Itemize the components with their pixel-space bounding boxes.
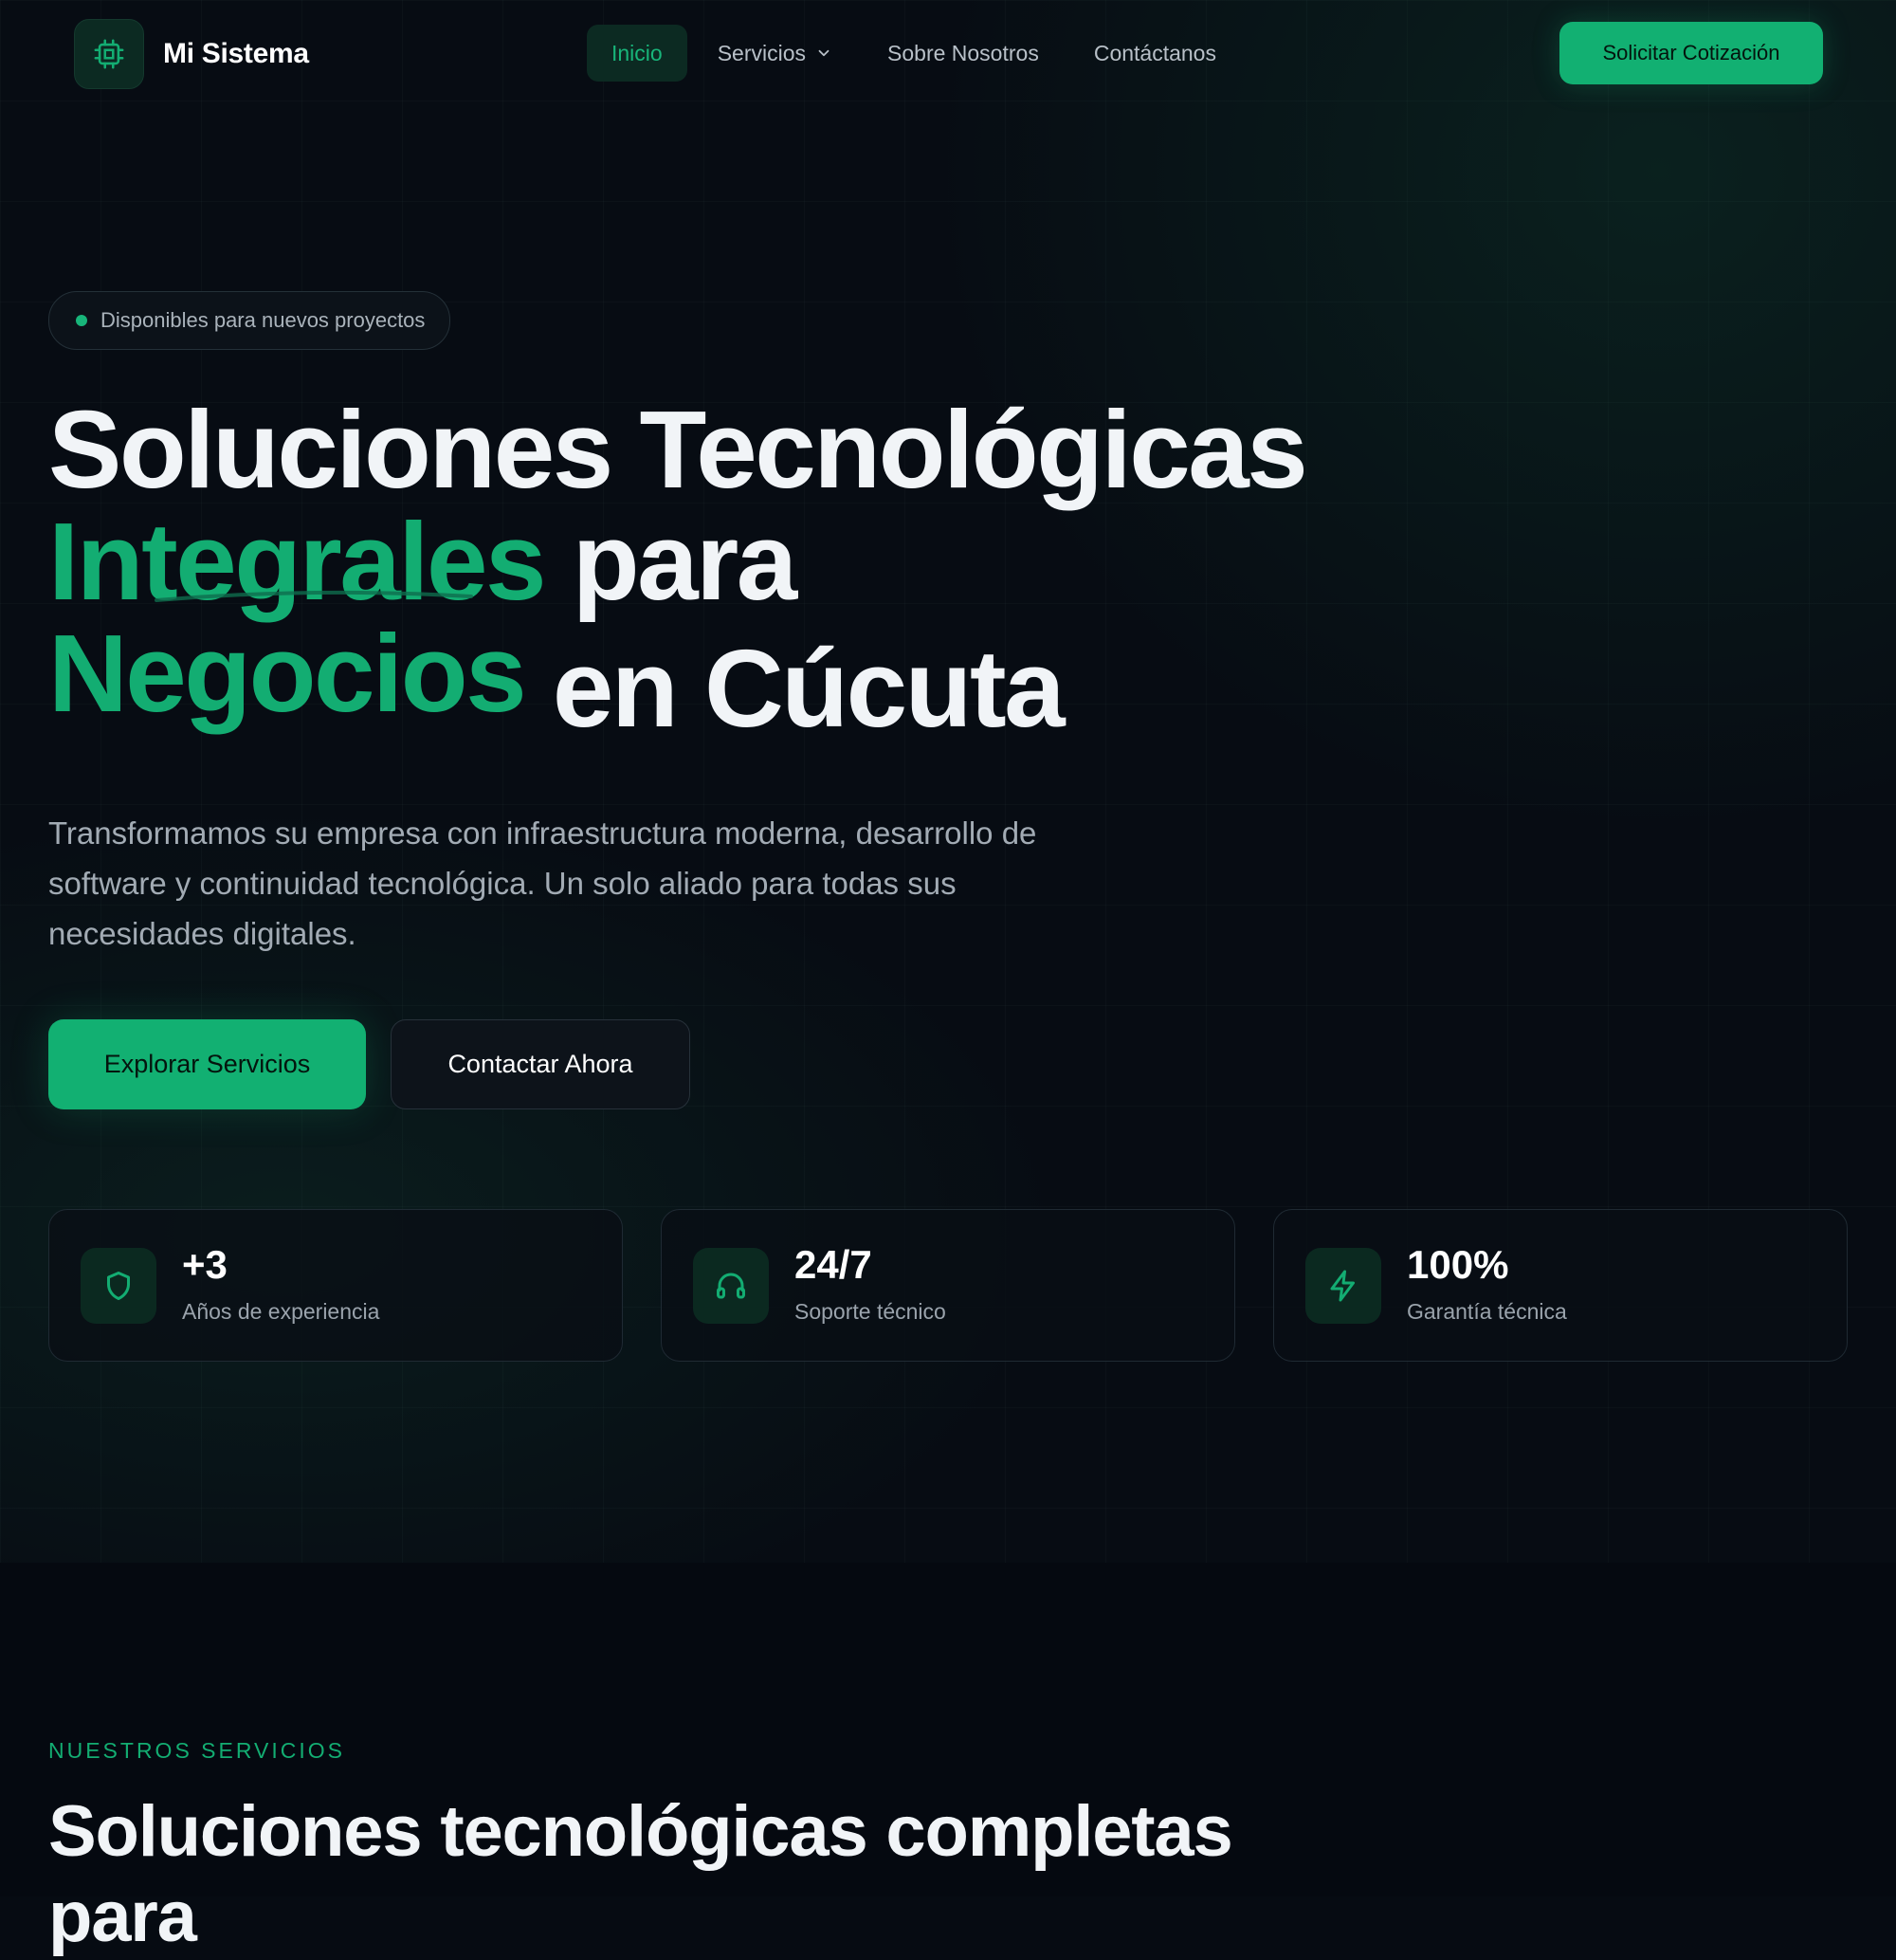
status-dot	[76, 315, 87, 326]
stat-card-experience: +3 Años de experiencia	[48, 1209, 623, 1362]
stat-value: +3	[182, 1242, 228, 1287]
nav-link-inicio[interactable]: Inicio	[587, 25, 687, 82]
contact-now-button[interactable]: Contactar Ahora	[391, 1019, 690, 1109]
headline-highlight-negocios: Negocios	[48, 612, 527, 735]
main-nav: Inicio Servicios Sobre Nosotros Contácta…	[587, 25, 1247, 82]
brand-name: Mi Sistema	[163, 38, 309, 69]
headline-line-2: Integrales para	[48, 505, 1305, 617]
brush-underline	[155, 590, 473, 602]
navbar: Mi Sistema Inicio Servicios Sobre Nosotr…	[0, 0, 1896, 106]
brand-logo-link[interactable]: Mi Sistema	[74, 19, 309, 89]
chevron-down-icon	[818, 49, 830, 57]
headline-word-para: para	[572, 500, 798, 623]
headline-line-3: Negocios en Cúcuta	[48, 617, 1305, 744]
stat-card-guarantee: 100% Garantía técnica	[1273, 1209, 1848, 1362]
quote-request-button[interactable]: Solicitar Cotización	[1559, 22, 1823, 84]
shield-icon	[81, 1248, 156, 1324]
lightning-icon	[1305, 1248, 1381, 1324]
stat-label: Soporte técnico	[794, 1299, 946, 1324]
stat-value: 24/7	[794, 1242, 872, 1287]
nav-link-contactanos[interactable]: Contáctanos	[1069, 25, 1241, 82]
headline-highlight-integrales: Integrales	[48, 500, 547, 623]
headline-line-1: Soluciones Tecnológicas	[48, 388, 1308, 511]
stat-value: 100%	[1407, 1242, 1509, 1287]
nav-link-sobre-nosotros[interactable]: Sobre Nosotros	[863, 25, 1064, 82]
stat-card-support: 24/7 Soporte técnico	[661, 1209, 1235, 1362]
availability-badge: Disponibles para nuevos proyectos	[48, 291, 451, 350]
explore-services-button[interactable]: Explorar Servicios	[48, 1019, 366, 1109]
headphones-icon	[693, 1248, 769, 1324]
headline-words-en-cucuta: en Cúcuta	[552, 627, 1066, 750]
chip-icon	[74, 19, 144, 89]
section-eyebrow: NUESTROS SERVICIOS	[48, 1738, 346, 1763]
stat-label: Garantía técnica	[1407, 1299, 1567, 1324]
nav-link-servicios-label: Servicios	[717, 40, 807, 65]
stat-label: Años de experiencia	[182, 1299, 380, 1324]
hero-description: Transformamos su empresa con infraestruc…	[48, 815, 1037, 951]
hero-headline: Soluciones Tecnológicas Integrales para …	[48, 388, 1308, 744]
section-title: Soluciones tecnológicas completas para	[48, 1791, 1233, 1957]
availability-text: Disponibles para nuevos proyectos	[100, 308, 426, 332]
nav-link-servicios[interactable]: Servicios	[693, 25, 857, 82]
